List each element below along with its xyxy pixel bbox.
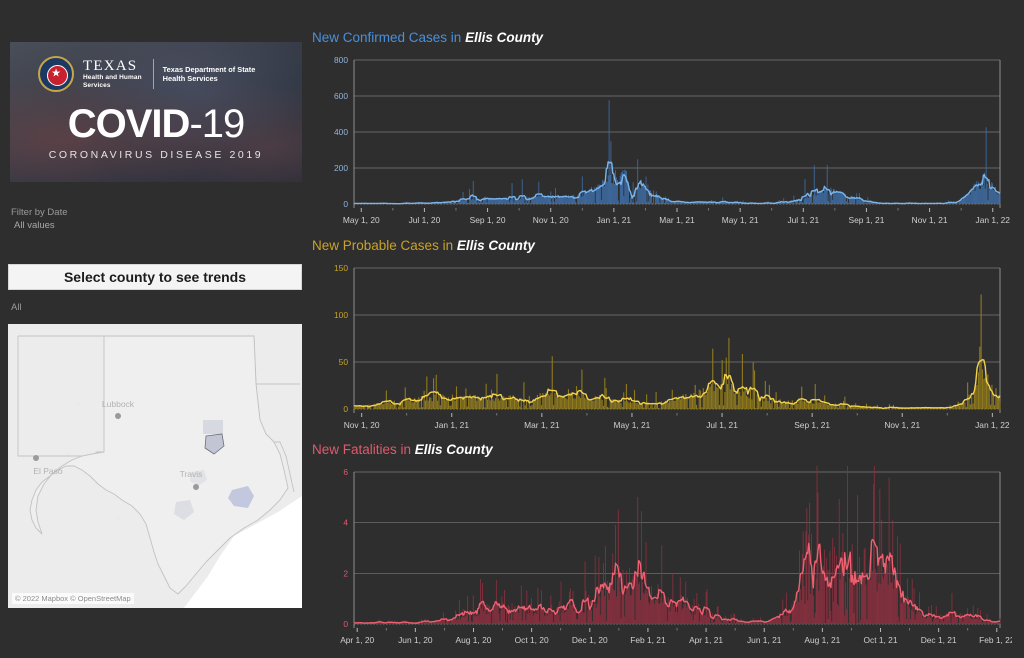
ytick-label: 100 (334, 310, 348, 320)
ytick-label: 6 (343, 467, 348, 477)
banner-divider (152, 59, 154, 89)
chart3-title-county: Ellis County (414, 442, 493, 457)
xtick-label: Feb 1, 21 (630, 635, 666, 645)
bar-series (353, 294, 1001, 409)
xtick-label: Jan 1, 22 (975, 420, 1010, 430)
xtick-label: Dec 1, 21 (921, 635, 957, 645)
ytick-label: 4 (343, 518, 348, 528)
xtick-label: Jun 1, 21 (747, 635, 782, 645)
xtick-label: Nov 1, 21 (884, 420, 920, 430)
xtick-label: Jul 1, 21 (706, 420, 738, 430)
xtick-label: Jan 1, 22 (976, 215, 1011, 225)
chart1-canvas[interactable]: 0 200 400 600 800 May 1, 20 Jul 1, 20 Sep 1, 20… (312, 54, 1012, 232)
moving-average-line (353, 359, 1001, 410)
city-label-elpaso: El Paso (33, 466, 63, 476)
city-dot-travis (193, 484, 199, 490)
ytick-label: 2 (343, 568, 348, 578)
sidebar: TEXAS Health and HumanServices Texas Dep… (0, 0, 310, 658)
banner-title-main: COVID (67, 102, 191, 146)
banner-subtitle: CORONAVIRUS DISEASE 2019 (48, 149, 264, 161)
xtick-label: Sep 1, 21 (849, 215, 885, 225)
xtick-label: Aug 1, 21 (804, 635, 840, 645)
chart2-title: New Probable Cases in Ellis County (312, 238, 1012, 254)
xtick-label: Sep 1, 20 (470, 215, 506, 225)
xtick-label: Oct 1, 21 (864, 635, 898, 645)
city-dot-elpaso (33, 455, 39, 461)
chart3-canvas[interactable]: 0 2 4 6 Apr 1, 20 Jun 1, 20 Aug 1, 20 Oct 1, 20… (312, 466, 1012, 656)
xtick-label: May 1, 21 (722, 215, 759, 225)
chart3-plot[interactable]: 0 2 4 6 Apr 1, 20 Jun 1, 20 Aug 1, 20 Oct 1, 20… (312, 466, 1012, 656)
xtick-label: Apr 1, 21 (689, 635, 723, 645)
xtick-label: Nov 1, 21 (912, 215, 948, 225)
date-filter-value[interactable]: All values (11, 219, 68, 232)
chart2-plot[interactable]: 0 50 100 150 Nov 1, 20 Jan 1, 21 Mar 1, 21 May … (312, 262, 1012, 437)
date-filter[interactable]: Filter by Date All values (11, 206, 68, 232)
chart2-title-prefix: New Probable Cases in (312, 238, 457, 253)
bar-series (353, 100, 1001, 204)
chart-new-confirmed-cases: New Confirmed Cases in Ellis County 0 200… (312, 30, 1012, 232)
xtick-label: Oct 1, 20 (515, 635, 549, 645)
county-selected-value: All (11, 302, 22, 313)
map-attribution: © 2022 Mapbox © OpenStreetMap (12, 593, 134, 604)
chart1-title-prefix: New Confirmed Cases in (312, 30, 466, 45)
xtick-label: Jul 1, 21 (787, 215, 819, 225)
ytick-label: 200 (334, 163, 348, 173)
city-label-lubbock: Lubbock (102, 399, 135, 409)
xtick-label: Mar 1, 21 (524, 420, 560, 430)
banner-department: Texas Department of State Health Services (162, 64, 256, 84)
chart-new-probable-cases: New Probable Cases in Ellis County 0 50 10… (312, 238, 1012, 437)
xtick-label: Jun 1, 20 (398, 635, 433, 645)
ytick-label: 0 (343, 199, 348, 209)
city-dot-lubbock (115, 413, 121, 419)
chart1-plot[interactable]: 0 200 400 600 800 May 1, 20 Jul 1, 20 Sep 1, 20… (312, 54, 1012, 232)
banner-agency-sub: Health and Human Services (83, 73, 142, 89)
ytick-label: 150 (334, 263, 348, 273)
xtick-label: Nov 1, 20 (533, 215, 569, 225)
banner-agency-name: TEXAS (83, 57, 138, 74)
chart-new-fatalities: New Fatalities in Ellis County 0 2 4 6 Apr 1… (312, 442, 1012, 656)
chart3-title-prefix: New Fatalities in (312, 442, 415, 457)
xtick-label: Feb 1, 22 (979, 635, 1012, 645)
ytick-label: 800 (334, 55, 348, 65)
banner-agency-text: TEXAS Health and Human Services (83, 57, 142, 90)
xtick-label: Mar 1, 21 (659, 215, 695, 225)
xtick-label: Dec 1, 20 (572, 635, 608, 645)
ytick-label: 600 (334, 91, 348, 101)
map-canvas[interactable]: Lubbock El Paso Travis (8, 324, 302, 608)
dashboard-root: TEXAS Health and HumanServices Texas Dep… (0, 0, 1024, 658)
xtick-label: Jan 1, 21 (435, 420, 470, 430)
texas-state-seal-icon (38, 56, 74, 92)
xtick-label: May 1, 20 (343, 215, 380, 225)
chart2-title-county: Ellis County (456, 238, 535, 253)
chart1-title-county: Ellis County (465, 30, 544, 45)
xtick-label: Nov 1, 20 (344, 420, 380, 430)
xtick-label: Jul 1, 20 (409, 215, 441, 225)
xtick-label: Jan 1, 21 (597, 215, 632, 225)
banner-title: COVID-19 (10, 104, 302, 144)
county-selector-button[interactable]: Select county to see trends (8, 264, 302, 290)
xtick-label: Apr 1, 20 (340, 635, 374, 645)
ytick-label: 0 (343, 404, 348, 414)
chart3-title: New Fatalities in Ellis County (312, 442, 1012, 458)
banner-title-dash: -19 (189, 102, 245, 146)
date-filter-label: Filter by Date (11, 207, 68, 218)
ytick-label: 50 (339, 357, 349, 367)
xtick-label: Sep 1, 21 (794, 420, 830, 430)
chart2-canvas[interactable]: 0 50 100 150 Nov 1, 20 Jan 1, 21 Mar 1, 21 May … (312, 262, 1012, 437)
xtick-label: May 1, 21 (614, 420, 651, 430)
ytick-label: 0 (343, 619, 348, 629)
city-label-travis: Travis (180, 469, 203, 479)
banner-agency-block: TEXAS Health and HumanServices Texas Dep… (38, 56, 255, 92)
xtick-label: Aug 1, 20 (456, 635, 492, 645)
covid19-banner: TEXAS Health and HumanServices Texas Dep… (10, 42, 302, 182)
texas-county-map[interactable]: Lubbock El Paso Travis © 2022 Mapbox © O… (8, 324, 302, 608)
county-highlight-1[interactable] (203, 420, 223, 434)
chart1-title: New Confirmed Cases in Ellis County (312, 30, 1012, 46)
ytick-label: 400 (334, 127, 348, 137)
county-selector-label: Select county to see trends (63, 269, 247, 285)
